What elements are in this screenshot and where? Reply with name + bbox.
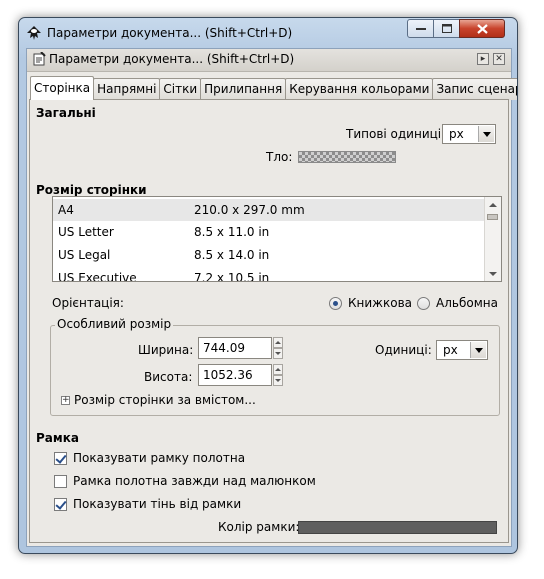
background-label: Тло:	[266, 150, 293, 164]
dialog-client-area: Параметри документа... (Shift+Ctrl+D) ▸ …	[26, 48, 517, 547]
page-size-dimensions: 8.5 x 14.0 in	[194, 248, 270, 262]
document-properties-window: Параметри документа... (Shift+Ctrl+D) Па…	[18, 17, 518, 554]
border-color-label: Колір рамки:	[218, 520, 300, 534]
page-size-heading: Розмір сторінки	[36, 183, 147, 197]
maximize-button[interactable]	[433, 19, 460, 38]
expander-plus-icon[interactable]: +	[61, 396, 70, 405]
page-size-list[interactable]: A4 210.0 x 297.0 mm US Letter 8.5 x 11.0…	[52, 196, 502, 282]
default-units-combo[interactable]: px	[442, 124, 496, 144]
close-button[interactable]	[459, 19, 505, 38]
dock-close-button[interactable]: ✕	[493, 53, 505, 65]
dock-iconify-button[interactable]: ▸	[477, 53, 489, 65]
width-decrement-icon[interactable]	[273, 348, 283, 359]
background-color-swatch[interactable]	[298, 151, 396, 163]
inkscape-icon	[27, 26, 41, 40]
page-size-name: US Letter	[58, 225, 114, 239]
minimize-button[interactable]	[407, 19, 434, 38]
custom-size-title: Особливий розмір	[55, 317, 174, 331]
page-size-name: US Legal	[58, 248, 111, 262]
border-on-top-checkbox[interactable]	[54, 475, 67, 488]
list-item[interactable]: A4 210.0 x 297.0 mm	[53, 199, 485, 221]
show-border-checkbox[interactable]	[54, 452, 67, 465]
tab-page[interactable]: Сторінка	[30, 76, 95, 100]
page-size-dimensions: 210.0 x 297.0 mm	[194, 203, 305, 217]
height-value: 1052.36	[203, 368, 253, 382]
fit-page-to-content-expander[interactable]: Розмір сторінки за вмістом...	[74, 393, 256, 407]
width-value: 744.09	[203, 341, 245, 355]
tab-color-management[interactable]: Керування кольорами	[285, 78, 434, 100]
chevron-down-icon	[478, 126, 494, 142]
list-scrollbar[interactable]	[484, 197, 501, 281]
general-heading: Загальні	[36, 106, 96, 120]
chevron-down-icon	[470, 342, 486, 358]
scroll-thumb[interactable]	[487, 214, 498, 220]
width-label: Ширина:	[138, 343, 194, 357]
landscape-label[interactable]: Альбомна	[436, 296, 498, 310]
list-item[interactable]: US Executive 7.2 x 10.5 in	[53, 267, 485, 282]
portrait-label[interactable]: Книжкова	[348, 296, 412, 310]
show-shadow-label[interactable]: Показувати тінь від рамки	[73, 497, 241, 511]
page-size-dimensions: 8.5 x 11.0 in	[194, 225, 270, 239]
landscape-radio[interactable]	[417, 297, 430, 310]
border-heading: Рамка	[36, 431, 79, 445]
tab-snap[interactable]: Прилипання	[200, 78, 287, 100]
height-input[interactable]: 1052.36	[198, 364, 272, 386]
width-increment-icon[interactable]	[273, 337, 283, 348]
portrait-radio[interactable]	[329, 297, 342, 310]
close-icon	[476, 23, 488, 34]
window-title: Параметри документа... (Shift+Ctrl+D)	[47, 26, 293, 40]
list-item[interactable]: US Letter 8.5 x 11.0 in	[53, 221, 485, 243]
tab-bar: Сторінка Напрямні Сітки Прилипання Керув…	[30, 76, 517, 100]
height-increment-icon[interactable]	[273, 364, 283, 375]
page-tab-panel: Загальні Типові одиниці: px Тло: Розмір …	[29, 99, 509, 543]
width-input[interactable]: 744.09	[198, 337, 272, 359]
page-size-name: US Executive	[58, 271, 137, 282]
show-shadow-checkbox[interactable]	[54, 498, 67, 511]
units-value: px	[443, 343, 458, 357]
default-units-label: Типові одиниці:	[346, 127, 446, 141]
tab-guides[interactable]: Напрямні	[93, 78, 161, 100]
height-label: Висота:	[144, 370, 193, 384]
dock-title: Параметри документа... (Shift+Ctrl+D)	[49, 52, 295, 66]
border-on-top-label[interactable]: Рамка полотна завжди над малюнком	[73, 474, 316, 488]
document-properties-icon	[33, 52, 46, 66]
tab-grids[interactable]: Сітки	[159, 78, 202, 100]
maximize-icon	[441, 24, 452, 33]
close-icon: ✕	[495, 54, 503, 64]
minimize-icon	[415, 27, 426, 30]
iconify-icon: ▸	[480, 54, 486, 64]
page-size-dimensions: 7.2 x 10.5 in	[194, 271, 270, 282]
page-size-name: A4	[58, 203, 74, 217]
default-units-value: px	[449, 127, 464, 141]
scroll-down-icon[interactable]	[489, 272, 497, 276]
units-label: Одиниці:	[375, 343, 432, 357]
orientation-label: Орієнтація:	[52, 296, 124, 310]
units-combo[interactable]: px	[436, 340, 488, 360]
border-color-swatch[interactable]	[298, 521, 497, 534]
list-item[interactable]: US Legal 8.5 x 14.0 in	[53, 244, 485, 266]
dock-title-bar[interactable]: Параметри документа... (Shift+Ctrl+D) ▸ …	[27, 49, 511, 72]
tab-scripting[interactable]: Запис сценаріїв	[432, 78, 517, 100]
scroll-up-icon[interactable]	[489, 203, 497, 207]
title-bar[interactable]: Параметри документа... (Shift+Ctrl+D)	[19, 18, 517, 48]
show-border-label[interactable]: Показувати рамку полотна	[73, 451, 245, 465]
height-decrement-icon[interactable]	[273, 375, 283, 386]
